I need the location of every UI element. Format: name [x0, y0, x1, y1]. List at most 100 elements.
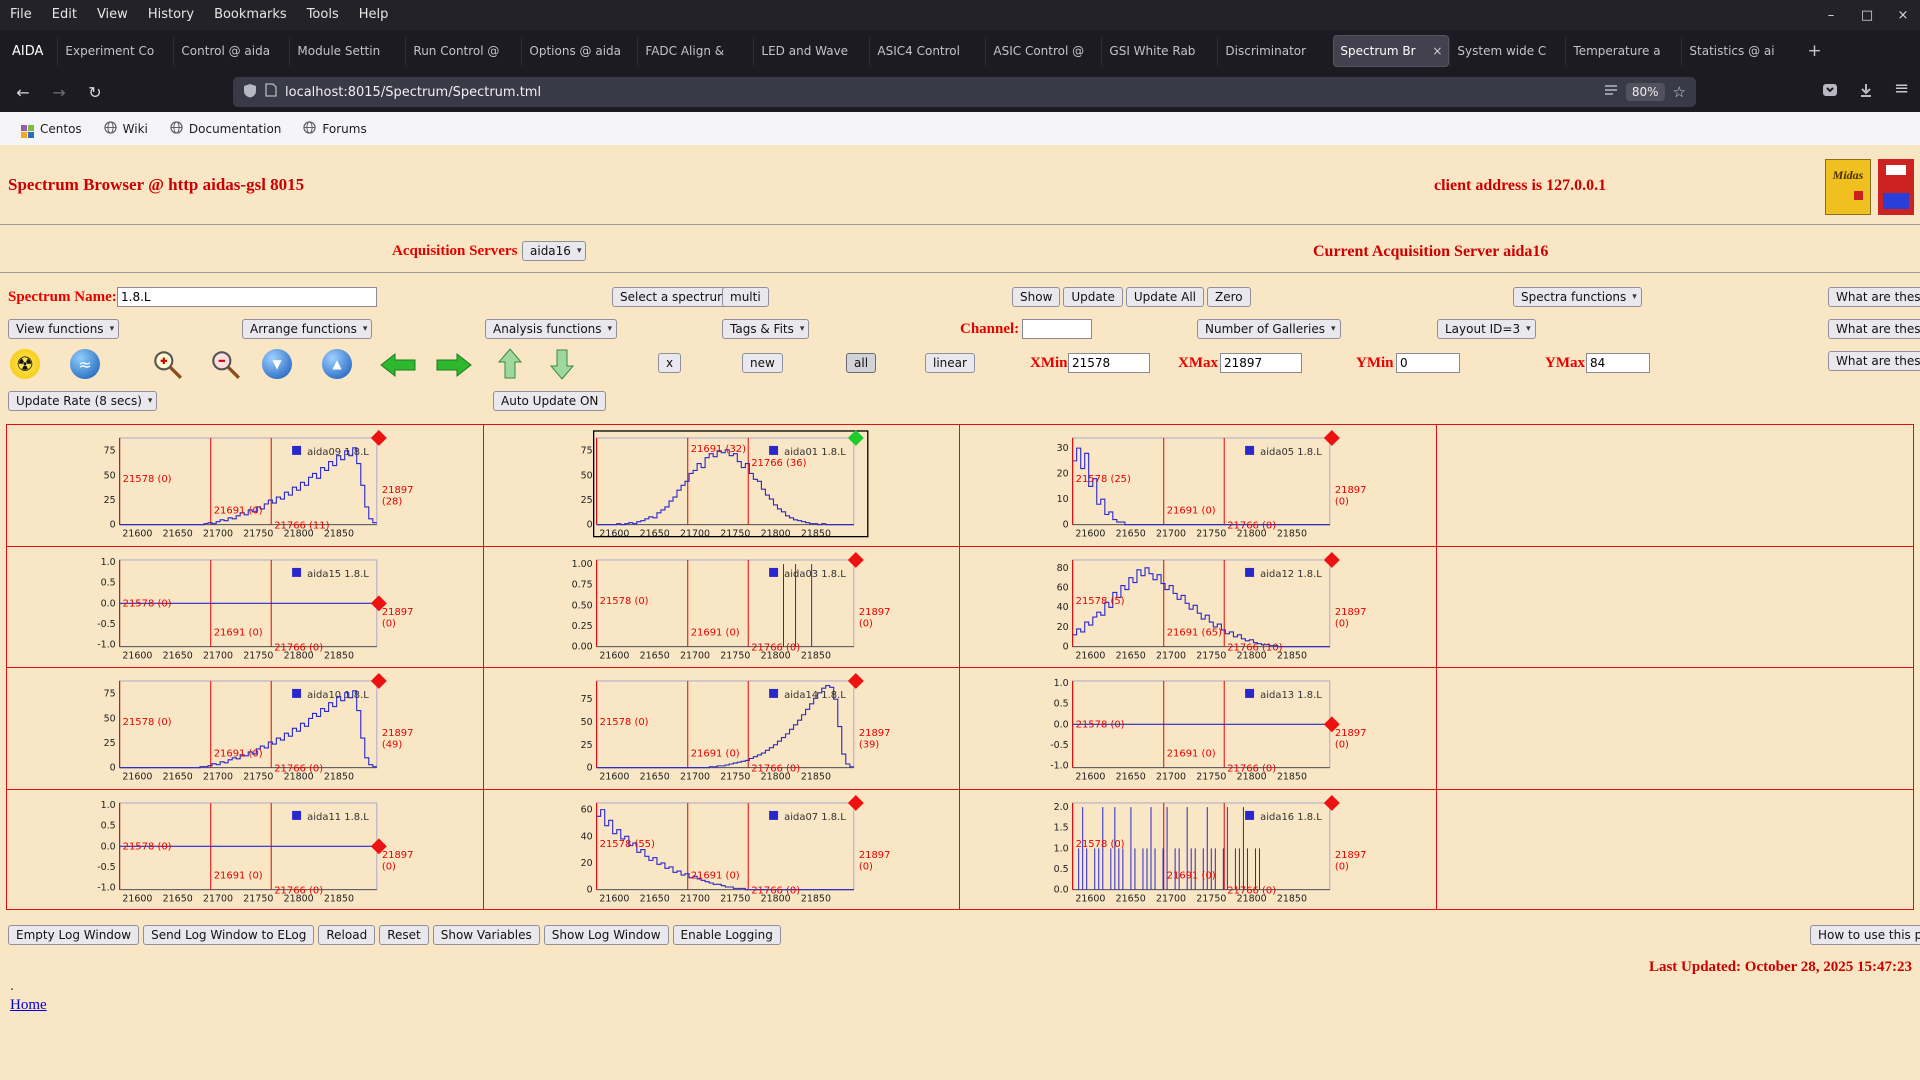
bookmark-wiki[interactable]: Wiki	[93, 112, 159, 145]
acquisition-server-select[interactable]: aida16▾	[522, 241, 586, 261]
expand-up-icon[interactable]: ▲	[322, 349, 352, 379]
spectrum-plot-aida12[interactable]: 806040200216002165021700217502180021850a…	[960, 547, 1437, 669]
menu-edit[interactable]: Edit	[42, 0, 87, 30]
menu-file[interactable]: File	[0, 0, 42, 30]
spectrum-plot-aida07[interactable]: 6040200216002165021700217502180021850aid…	[484, 790, 961, 911]
menu-help[interactable]: Help	[349, 0, 399, 30]
maximize-button[interactable]: □	[1856, 8, 1878, 23]
tab-options-aida[interactable]: Options @ aida	[521, 35, 637, 67]
zoom-in-icon[interactable]	[150, 347, 184, 385]
view-functions-dropdown[interactable]: View functions▾	[8, 319, 119, 339]
update-rate-dropdown[interactable]: Update Rate (8 secs)▾	[8, 391, 157, 411]
arrow-left-icon[interactable]	[380, 352, 416, 382]
bookmark-forums[interactable]: Forums	[292, 112, 377, 145]
radiation-icon[interactable]: ☢	[10, 349, 40, 379]
expand-down-icon[interactable]: ▼	[262, 349, 292, 379]
tab-module-settin[interactable]: Module Settin	[289, 35, 405, 67]
reader-mode-icon[interactable]	[1604, 84, 1618, 100]
home-link[interactable]: Home	[10, 997, 47, 1014]
tab-asic-control[interactable]: ASIC Control @	[985, 35, 1101, 67]
bookmark-documentation[interactable]: Documentation	[159, 112, 293, 145]
menu-view[interactable]: View	[87, 0, 138, 30]
tab-run-control[interactable]: Run Control @	[405, 35, 521, 67]
tab-discriminator[interactable]: Discriminator	[1217, 35, 1333, 67]
shield-icon[interactable]	[243, 83, 257, 102]
number-of-galleries-dropdown[interactable]: Number of Galleries▾	[1197, 319, 1341, 339]
ymin-input[interactable]	[1396, 353, 1460, 373]
url-bar[interactable]: localhost:8015/Spectrum/Spectrum.tml 80%…	[233, 77, 1696, 107]
reload-button[interactable]: ↻	[80, 77, 110, 107]
spectrum-plot-aida01[interactable]: 7550250216002165021700217502180021850aid…	[484, 425, 961, 547]
tab-close-icon[interactable]: ×	[1432, 44, 1442, 58]
layout-id-dropdown[interactable]: Layout ID=3▾	[1437, 319, 1536, 339]
update-all-button[interactable]: Update All	[1126, 287, 1204, 307]
how-to-use-button[interactable]: How to use this page	[1810, 925, 1920, 945]
auto-update-button[interactable]: Auto Update ON	[493, 391, 606, 411]
tab-experiment-co[interactable]: Experiment Co	[57, 35, 173, 67]
water-refresh-icon[interactable]: ≈	[70, 349, 100, 379]
spectrum-name-input[interactable]	[117, 287, 377, 307]
hamburger-menu-icon[interactable]: ≡	[1894, 78, 1909, 99]
what-are-these-button-1[interactable]: What are these?	[1828, 287, 1920, 307]
ymax-input[interactable]	[1586, 353, 1650, 373]
spectrum-plot-aida15[interactable]: 1.00.50.0-0.5-1.021600216502170021750218…	[7, 547, 484, 669]
show-log-window-button[interactable]: Show Log Window	[544, 925, 669, 945]
arrow-down-icon[interactable]	[549, 348, 575, 384]
spectrum-plot-aida16[interactable]: 2.01.51.00.50.02160021650217002175021800…	[960, 790, 1437, 911]
tab-spectrum-br[interactable]: Spectrum Br×	[1333, 35, 1449, 67]
zoom-level-badge[interactable]: 80%	[1626, 83, 1665, 101]
minimize-button[interactable]: –	[1820, 8, 1842, 23]
what-are-these-button-3[interactable]: What are these?	[1828, 351, 1920, 371]
update-button[interactable]: Update	[1063, 287, 1122, 307]
new-button[interactable]: new	[742, 353, 783, 373]
empty-log-window-button[interactable]: Empty Log Window	[8, 925, 139, 945]
back-button[interactable]: ←	[8, 77, 38, 107]
tab-control-aida[interactable]: Control @ aida	[173, 35, 289, 67]
tab-statistics-ai[interactable]: Statistics @ ai	[1681, 35, 1797, 67]
enable-logging-button[interactable]: Enable Logging	[673, 925, 781, 945]
spectrum-plot-aida03[interactable]: 1.000.750.500.250.0021600216502170021750…	[484, 547, 961, 669]
menu-tools[interactable]: Tools	[297, 0, 349, 30]
send-log-window-to-elog-button[interactable]: Send Log Window to ELog	[143, 925, 314, 945]
tab-led-and-wave[interactable]: LED and Wave	[753, 35, 869, 67]
menu-history[interactable]: History	[138, 0, 204, 30]
spectrum-plot-aida14[interactable]: 7550250216002165021700217502180021850aid…	[484, 668, 961, 790]
zero-button[interactable]: Zero	[1207, 287, 1251, 307]
menu-bookmarks[interactable]: Bookmarks	[204, 0, 297, 30]
spectrum-plot-aida10[interactable]: 7550250216002165021700217502180021850aid…	[7, 668, 484, 790]
x-button[interactable]: x	[658, 353, 681, 373]
reload-button[interactable]: Reload	[318, 925, 375, 945]
download-icon[interactable]	[1858, 82, 1874, 102]
spectra-functions-dropdown[interactable]: Spectra functions▾	[1513, 287, 1642, 307]
bookmark-star-icon[interactable]: ☆	[1673, 83, 1686, 101]
page-info-icon[interactable]	[265, 83, 277, 101]
show-variables-button[interactable]: Show Variables	[433, 925, 540, 945]
what-are-these-button-2[interactable]: What are these?	[1828, 319, 1920, 339]
channel-input[interactable]	[1022, 319, 1092, 339]
all-button[interactable]: all	[846, 353, 876, 373]
xmin-input[interactable]	[1068, 353, 1150, 373]
close-button[interactable]: ×	[1892, 8, 1914, 23]
tags-fits-dropdown[interactable]: Tags & Fits▾	[722, 319, 809, 339]
arrow-up-icon[interactable]	[497, 348, 523, 384]
reset-button[interactable]: Reset	[379, 925, 429, 945]
analysis-functions-dropdown[interactable]: Analysis functions▾	[485, 319, 617, 339]
tab-asic4-control[interactable]: ASIC4 Control	[869, 35, 985, 67]
spectrum-plot-aida11[interactable]: 1.00.50.0-0.5-1.021600216502170021750218…	[7, 790, 484, 911]
show-button[interactable]: Show	[1012, 287, 1060, 307]
multi-button[interactable]: multi	[722, 287, 769, 307]
pocket-icon[interactable]	[1822, 82, 1838, 102]
tab-fadc-align[interactable]: FADC Align &	[637, 35, 753, 67]
linear-button[interactable]: linear	[925, 353, 975, 373]
bookmark-centos[interactable]: Centos	[10, 112, 93, 145]
spectrum-plot-aida09[interactable]: 7550250216002165021700217502180021850aid…	[7, 425, 484, 547]
tab-temperature-a[interactable]: Temperature a	[1565, 35, 1681, 67]
spectrum-plot-aida13[interactable]: 1.00.50.0-0.5-1.021600216502170021750218…	[960, 668, 1437, 790]
new-tab-button[interactable]: +	[1797, 41, 1831, 61]
forward-button[interactable]: →	[44, 77, 74, 107]
tab-system-wide-c[interactable]: System wide C	[1449, 35, 1565, 67]
xmax-input[interactable]	[1220, 353, 1302, 373]
tab-gsi-white-rab[interactable]: GSI White Rab	[1101, 35, 1217, 67]
arrow-right-icon[interactable]	[436, 352, 472, 382]
spectrum-plot-aida05[interactable]: 3020100216002165021700217502180021850aid…	[960, 425, 1437, 547]
